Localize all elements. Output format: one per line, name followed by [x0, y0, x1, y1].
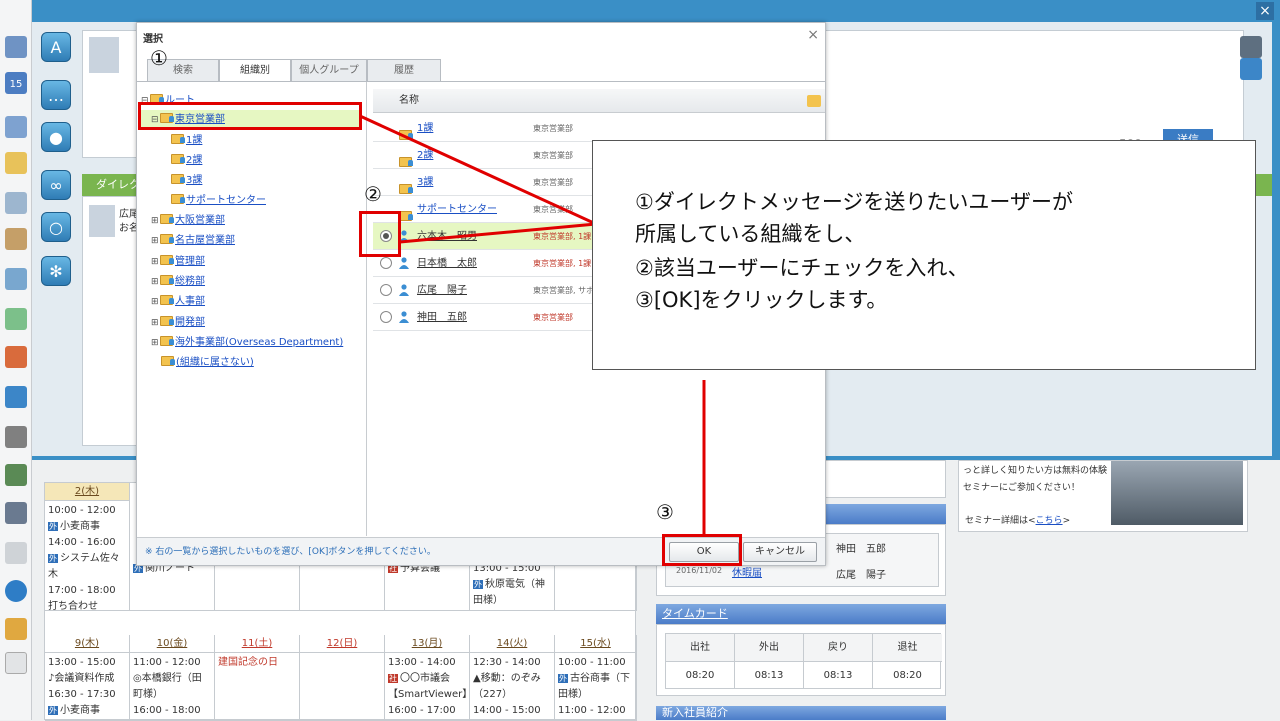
connector-line-1 — [359, 114, 597, 226]
connector-line-2 — [399, 222, 597, 244]
callout-line-1: ①ダイレクトメッセージを送りたいユーザーが — [635, 190, 1073, 214]
callout-line-4: ③[OK]をクリックします。 — [635, 288, 888, 312]
callout-line-3: ②該当ユーザーにチェックを入れ、 — [635, 256, 969, 280]
callout-line-2: 所属している組織をし、 — [635, 222, 866, 246]
instruction-callout: ①ダイレクトメッセージを送りたいユーザーが 所属している組織をし、 ②該当ユーザ… — [592, 140, 1256, 370]
